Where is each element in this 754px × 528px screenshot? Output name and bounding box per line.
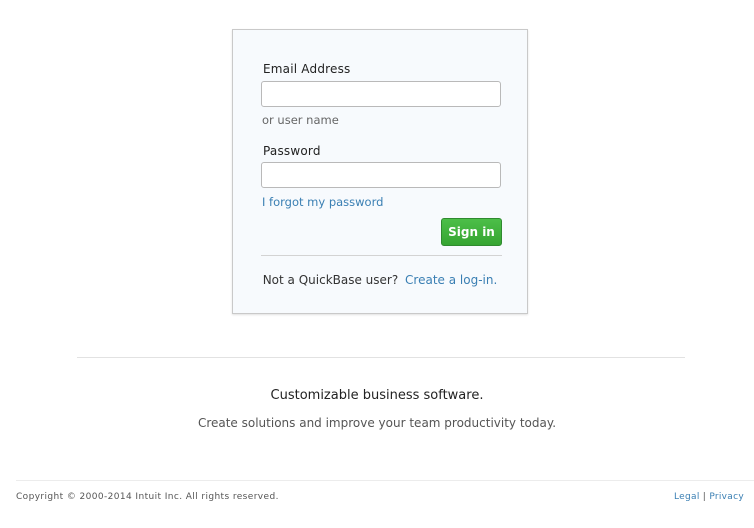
username-hint: or user name xyxy=(262,113,339,127)
footer-links: Legal | Privacy xyxy=(674,492,744,502)
password-label: Password xyxy=(263,144,321,158)
email-label: Email Address xyxy=(263,62,351,76)
footer-separator: | xyxy=(702,492,707,502)
section-divider xyxy=(77,357,685,358)
forgot-password-link[interactable]: I forgot my password xyxy=(262,195,383,209)
copyright-text: Copyright © 2000-2014 Intuit Inc. All ri… xyxy=(16,492,279,502)
signup-row: Not a QuickBase user? Create a log-in. xyxy=(233,273,527,287)
password-input[interactable] xyxy=(261,162,501,188)
privacy-link[interactable]: Privacy xyxy=(709,492,744,502)
not-user-text: Not a QuickBase user? xyxy=(262,273,399,287)
legal-link[interactable]: Legal xyxy=(674,492,700,502)
card-divider xyxy=(261,255,502,256)
signin-button[interactable]: Sign in xyxy=(441,218,502,246)
tagline: Customizable business software. xyxy=(270,388,484,403)
footer-divider xyxy=(16,480,754,481)
create-login-link[interactable]: Create a log-in. xyxy=(405,273,497,287)
subtagline: Create solutions and improve your team p… xyxy=(197,416,557,430)
email-input[interactable] xyxy=(261,81,501,107)
login-card: Email Address or user name Password I fo… xyxy=(232,29,528,314)
